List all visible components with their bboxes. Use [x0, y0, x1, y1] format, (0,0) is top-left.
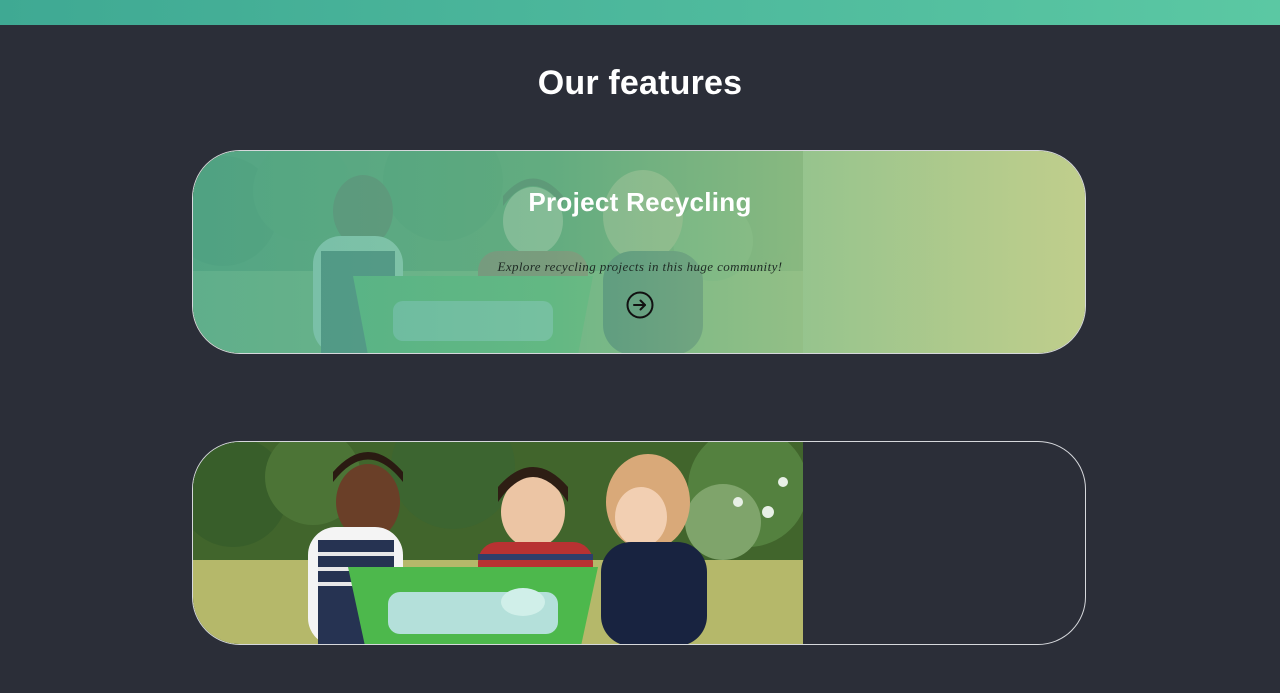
- card-description: Explore recycling projects in this huge …: [497, 259, 783, 274]
- card-content: Project Recycling Explore recycling proj…: [193, 151, 1085, 353]
- card-title: Project Recycling: [528, 187, 752, 217]
- section-title: Our features: [537, 64, 743, 102]
- children-recycling-photo: [193, 442, 803, 644]
- feature-card-photo[interactable]: [192, 441, 1086, 645]
- feature-card-recycling[interactable]: Project Recycling Explore recycling proj…: [192, 150, 1086, 354]
- arrow-right-circle-icon[interactable]: [625, 290, 655, 320]
- top-header-bar: [0, 0, 1280, 25]
